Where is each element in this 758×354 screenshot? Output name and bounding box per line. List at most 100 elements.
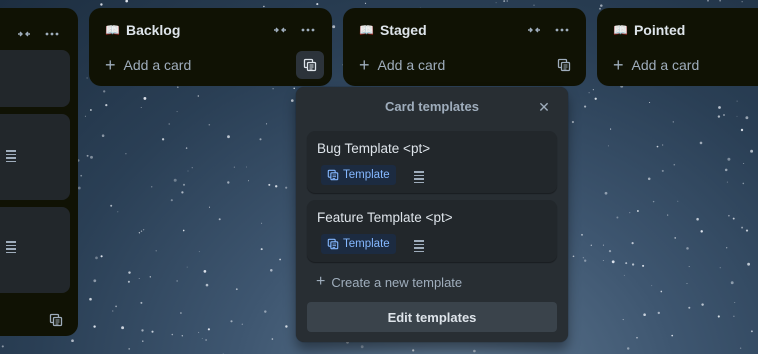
template-badge-label: Template — [343, 238, 390, 250]
star — [745, 229, 749, 232]
star — [86, 77, 88, 79]
list-card[interactable] — [0, 50, 70, 107]
description-icon — [414, 171, 424, 185]
collapse-arrows-icon[interactable] — [10, 20, 38, 48]
more-icon[interactable] — [38, 20, 66, 48]
popover-title: Card templates — [385, 99, 479, 114]
star — [631, 263, 635, 266]
star — [110, 204, 113, 207]
star — [128, 348, 131, 350]
star — [176, 111, 178, 113]
star — [660, 290, 663, 293]
star — [610, 128, 612, 130]
card-template-icon[interactable] — [550, 51, 578, 79]
template-badge-label: Template — [343, 169, 390, 181]
star — [736, 115, 738, 117]
list-pointed: 📖 Pointed + Add a card — [597, 8, 758, 86]
star — [652, 200, 655, 203]
star — [647, 177, 651, 181]
star — [112, 310, 114, 312]
edit-templates-button[interactable]: Edit templates — [307, 302, 557, 332]
star — [592, 89, 594, 91]
list-title-text: Backlog — [125, 22, 181, 38]
star — [198, 331, 200, 334]
book-icon: 📖 — [359, 23, 374, 37]
star — [93, 279, 97, 283]
list-title[interactable]: 📖 Backlog — [105, 22, 266, 38]
star — [626, 347, 630, 350]
star — [173, 178, 177, 182]
list-title[interactable]: 📖 Staged — [359, 22, 520, 38]
more-icon[interactable] — [294, 16, 322, 44]
star — [138, 232, 141, 234]
star — [161, 138, 165, 141]
star — [115, 305, 117, 308]
star — [138, 278, 140, 280]
star — [503, 0, 506, 3]
star — [171, 333, 174, 336]
more-icon[interactable] — [548, 16, 576, 44]
star — [90, 155, 93, 159]
add-card-button[interactable]: + Add a card — [351, 49, 550, 81]
plus-icon: + — [316, 273, 326, 290]
star — [631, 242, 634, 245]
template-card[interactable]: Bug Template <pt> Template — [307, 131, 557, 193]
star — [176, 280, 178, 282]
card-template-icon[interactable] — [296, 51, 324, 79]
star — [1, 345, 4, 348]
star — [293, 87, 295, 90]
star — [185, 147, 188, 149]
star — [636, 336, 638, 339]
card-template-icon[interactable] — [42, 306, 70, 334]
list-card[interactable] — [0, 114, 70, 200]
star — [170, 199, 173, 202]
close-icon[interactable]: ✕ — [534, 97, 554, 117]
star — [208, 124, 211, 126]
star — [662, 144, 664, 146]
star — [117, 211, 119, 213]
star — [741, 1, 743, 3]
template-card[interactable]: Feature Template <pt> Template — [307, 200, 557, 262]
star — [285, 325, 288, 328]
star — [740, 128, 744, 132]
star — [719, 267, 721, 269]
list-staged: 📖 Staged + Add a card — [343, 8, 586, 86]
collapse-arrows-icon[interactable] — [266, 16, 294, 44]
star — [581, 233, 583, 236]
star — [105, 103, 108, 107]
star — [259, 138, 262, 141]
add-card-button[interactable]: + Add a card — [605, 49, 758, 81]
star — [103, 90, 106, 93]
star — [285, 186, 288, 189]
star — [686, 247, 689, 250]
star — [733, 315, 735, 317]
create-template-button[interactable]: + Create a new template — [316, 274, 462, 290]
collapse-arrows-icon[interactable] — [520, 16, 548, 44]
star — [724, 168, 728, 172]
list-title-text: Pointed — [633, 22, 686, 38]
star — [128, 271, 131, 274]
star — [260, 248, 263, 251]
star — [584, 259, 587, 262]
list-card[interactable] — [0, 207, 70, 293]
description-icon — [6, 241, 16, 255]
star — [89, 297, 92, 301]
add-card-button[interactable]: + Add a card — [97, 49, 296, 81]
star — [473, 349, 476, 353]
star — [707, 0, 709, 2]
star — [127, 280, 130, 283]
star — [360, 345, 364, 349]
list-title[interactable]: 📖 Pointed — [613, 22, 758, 38]
star — [176, 86, 179, 89]
star — [571, 120, 575, 124]
star — [125, 153, 127, 155]
star — [84, 115, 86, 117]
star — [734, 302, 736, 303]
star — [718, 106, 721, 109]
star — [671, 334, 674, 337]
star — [227, 135, 230, 139]
star — [608, 249, 612, 253]
star — [95, 256, 98, 260]
star — [657, 311, 660, 315]
star — [182, 229, 185, 232]
